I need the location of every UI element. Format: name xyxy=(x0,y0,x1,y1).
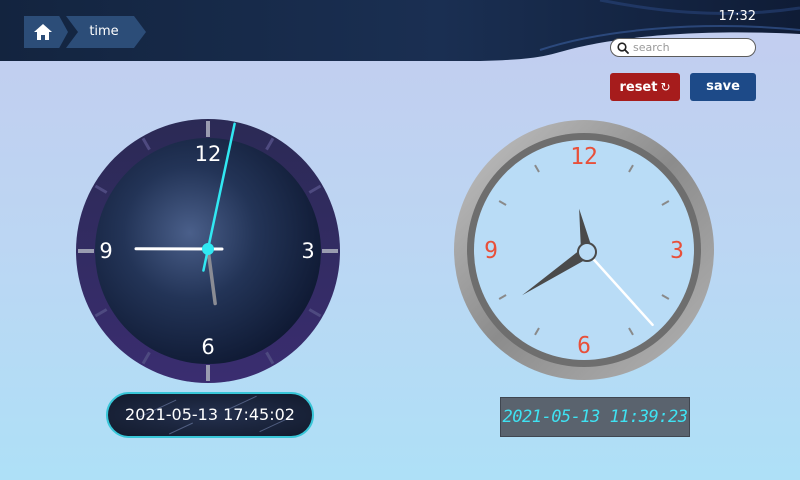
left-datetime-display: 2021-05-13 17:45:02 xyxy=(106,392,314,438)
right-center-pin xyxy=(577,242,597,262)
status-clock: 17:32 xyxy=(718,9,756,24)
home-button[interactable] xyxy=(24,16,68,48)
left-numeral-12: 12 xyxy=(195,142,222,166)
refresh-icon: ↻ xyxy=(660,80,671,94)
left-numeral-3: 3 xyxy=(301,239,314,263)
save-button[interactable]: save xyxy=(690,73,756,101)
right-numeral-3: 3 xyxy=(670,238,684,264)
home-icon xyxy=(34,24,52,40)
search-icon xyxy=(617,41,629,54)
right-numeral-12: 12 xyxy=(570,144,598,170)
left-center-pin xyxy=(202,243,214,255)
left-analog-clock: 12 3 6 9 xyxy=(76,119,340,383)
left-datetime-text: 2021-05-13 17:45:02 xyxy=(125,405,295,424)
left-numeral-9: 9 xyxy=(99,239,112,263)
reset-label: reset xyxy=(619,80,658,95)
left-numeral-6: 6 xyxy=(201,335,214,359)
search-box[interactable] xyxy=(610,38,756,57)
right-numeral-9: 9 xyxy=(484,238,498,264)
breadcrumb-time[interactable]: time xyxy=(66,16,146,48)
right-numeral-6: 6 xyxy=(577,333,591,359)
right-analog-clock: 12 3 6 9 xyxy=(454,120,714,380)
search-input[interactable] xyxy=(629,41,743,54)
reset-button[interactable]: reset ↻ xyxy=(610,73,680,101)
right-datetime-display: 2021-05-13 11:39:23 xyxy=(500,397,690,437)
